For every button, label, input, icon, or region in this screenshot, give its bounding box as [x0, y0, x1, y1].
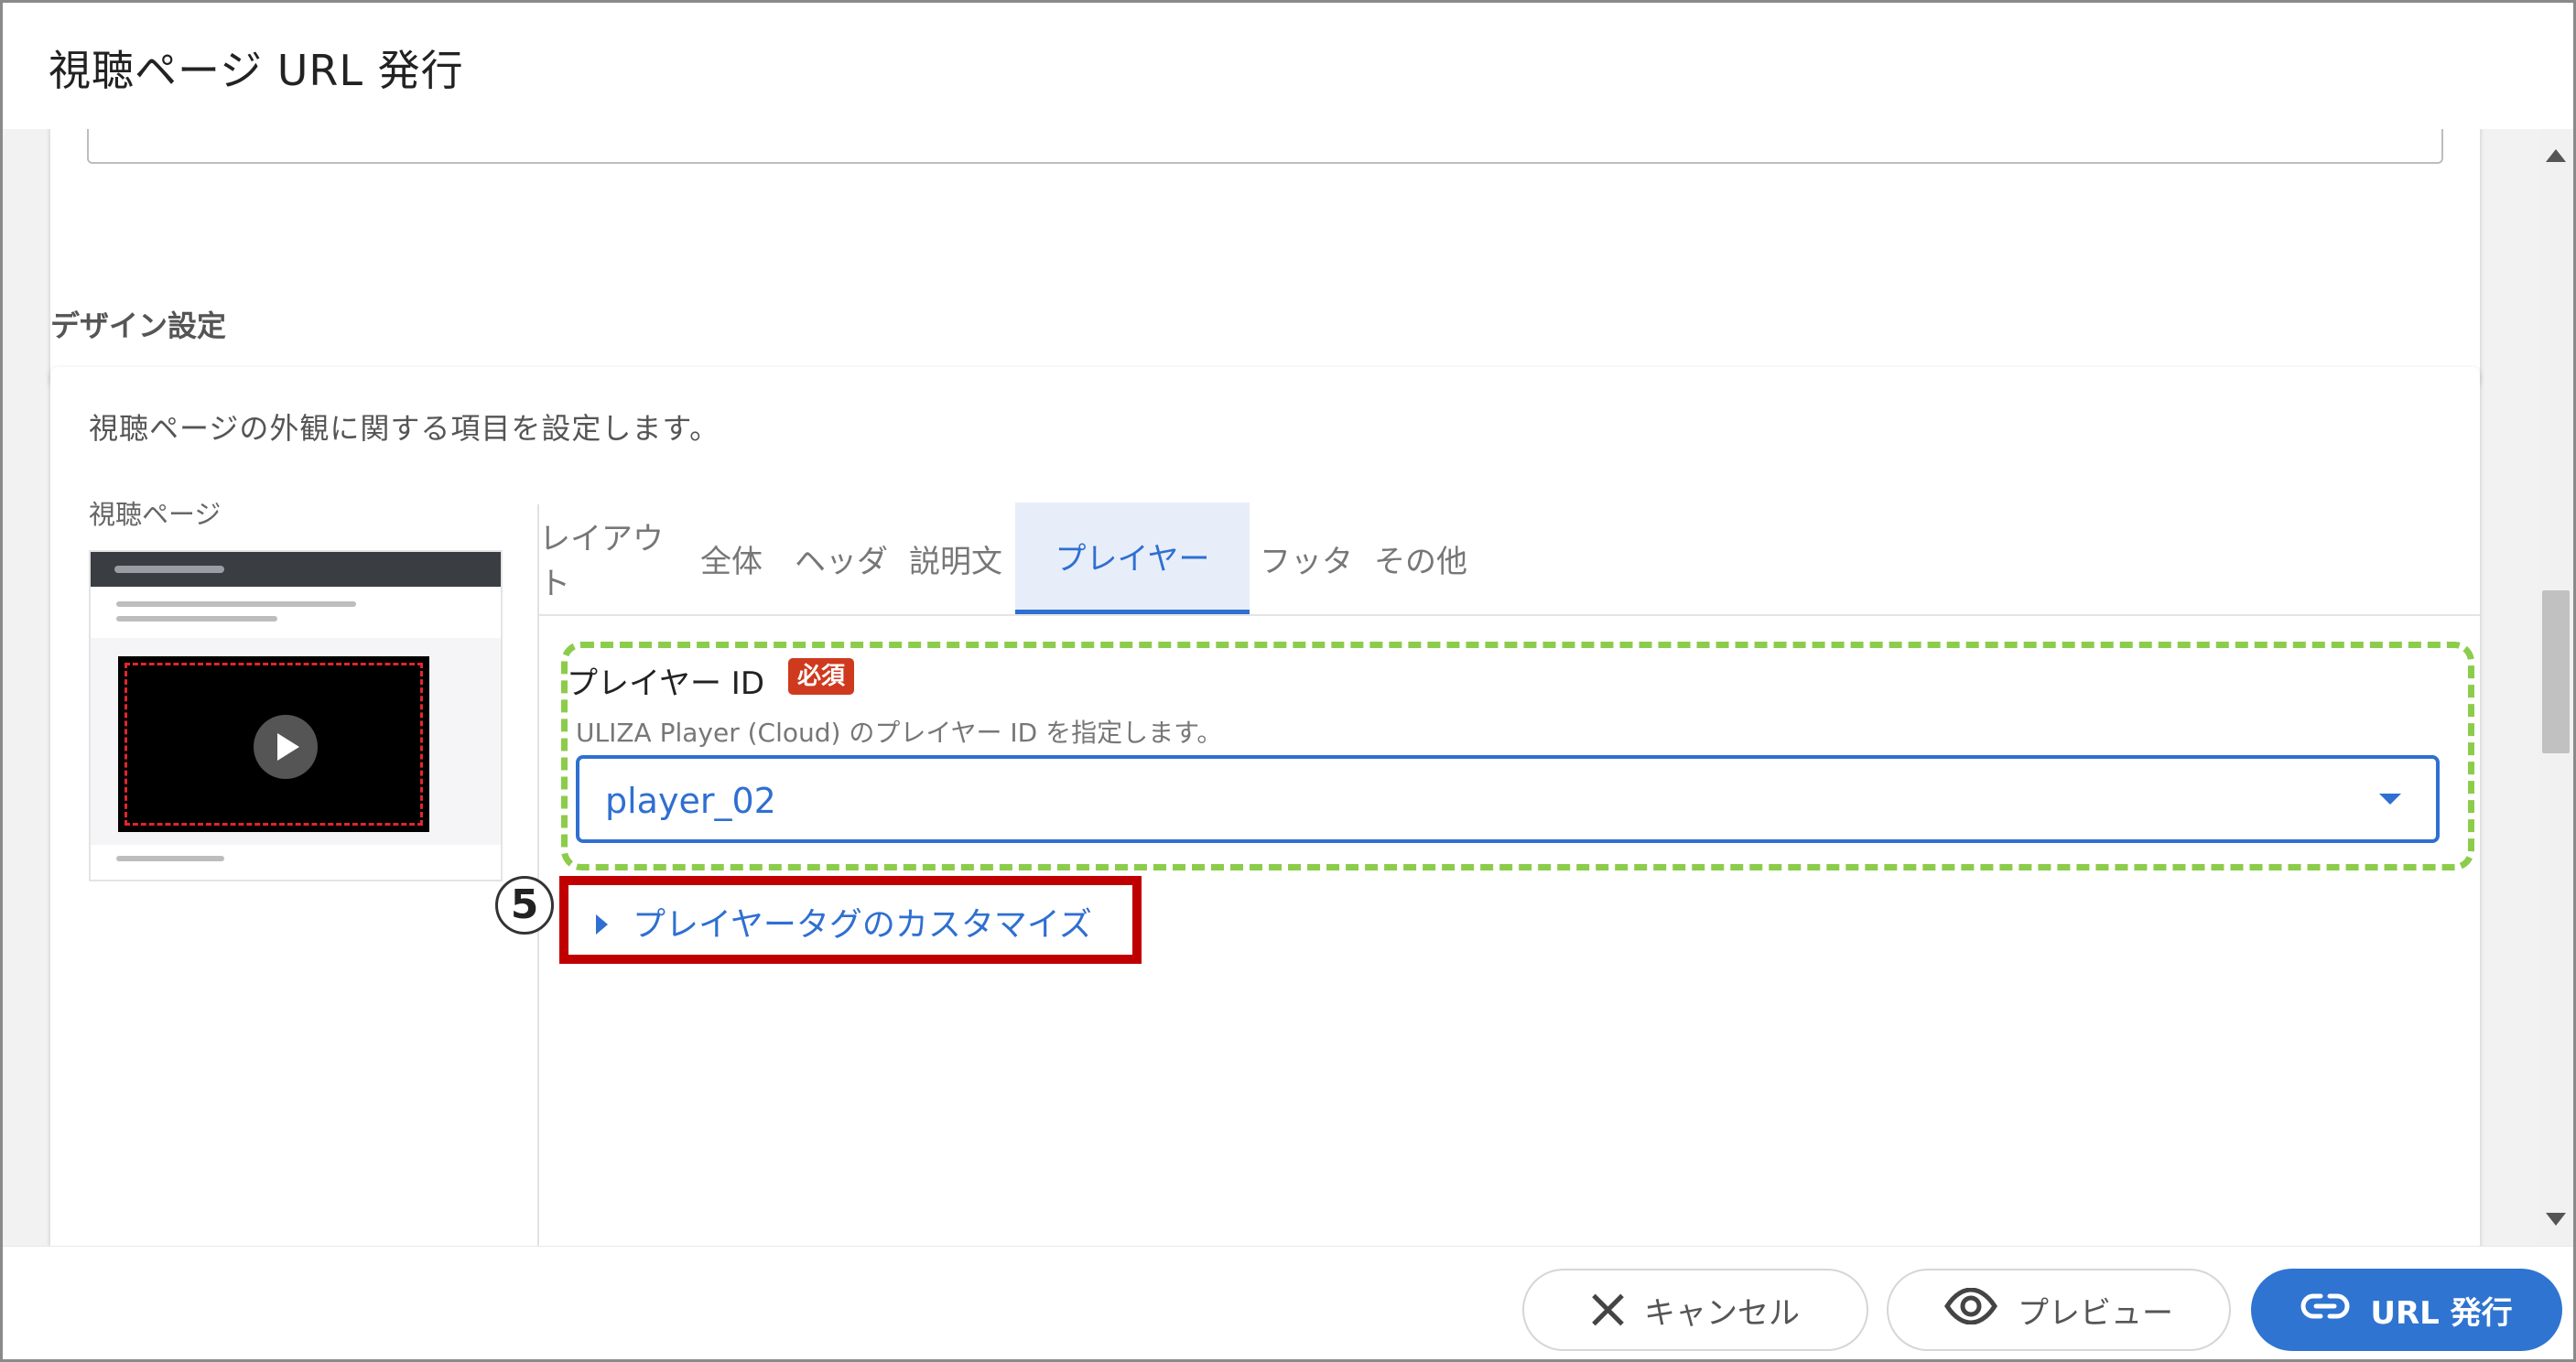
scroll-up-icon[interactable]	[2546, 149, 2566, 162]
dialog-body: デザイン設定 視聴ページの外観に関する項目を設定します。 視聴ページ レイアウト…	[3, 129, 2538, 1246]
player-id-value: player_02	[605, 781, 776, 821]
close-icon	[1591, 1293, 1624, 1326]
design-section-title: デザイン設定	[50, 308, 227, 343]
player-id-select[interactable]: player_02	[576, 755, 2440, 843]
cancel-button[interactable]: キャンセル	[1522, 1269, 1868, 1351]
customize-player-tag-label: プレイヤータグのカスタマイズ	[633, 906, 1092, 944]
tab-player[interactable]: プレイヤー	[1015, 503, 1250, 614]
thumbnail-header-bar	[91, 552, 501, 587]
player-id-help: ULIZA Player (Cloud) のプレイヤー ID を指定します。	[576, 718, 1223, 748]
preview-button[interactable]: プレビュー	[1887, 1269, 2231, 1351]
design-tabs: レイアウト 全体 ヘッダ 説明文 プレイヤー フッタ その他	[539, 503, 2480, 616]
player-id-label: プレイヤー ID	[567, 665, 764, 702]
scroll-down-icon[interactable]	[2546, 1213, 2566, 1226]
dialog: 視聴ページ URL 発行 デザイン設定 視聴ページの外観に関する項目を設定します…	[0, 0, 2576, 1362]
cancel-button-label: キャンセル	[1644, 1294, 1800, 1332]
previous-text-field[interactable]	[87, 129, 2443, 164]
thumbnail-player-area	[118, 656, 429, 832]
dialog-title: 視聴ページ URL 発行	[49, 46, 464, 95]
vertical-scrollbar[interactable]	[2538, 129, 2573, 1246]
issue-url-button[interactable]: URL 発行	[2251, 1269, 2562, 1351]
tab-footer[interactable]: フッタ	[1250, 503, 1363, 614]
step-number-badge: 5	[495, 876, 554, 935]
preview-button-label: プレビュー	[2018, 1294, 2173, 1332]
play-icon	[254, 715, 318, 779]
dialog-footer: キャンセル プレビュー URL 発行	[3, 1246, 2573, 1359]
design-settings-card: 視聴ページの外観に関する項目を設定します。 視聴ページ レイアウト 全体 ヘッダ…	[50, 367, 2480, 1246]
tab-other[interactable]: その他	[1363, 503, 1478, 614]
tab-general[interactable]: 全体	[676, 503, 786, 614]
link-icon	[2300, 1292, 2350, 1328]
thumbnail-label: 視聴ページ	[89, 499, 222, 530]
tab-description[interactable]: 説明文	[896, 503, 1015, 614]
dialog-header: 視聴ページ URL 発行	[3, 3, 2573, 129]
caret-down-icon	[2379, 794, 2401, 805]
thumbnail-footer-lines	[91, 845, 501, 880]
scroll-thumb[interactable]	[2542, 590, 2570, 753]
tab-layout[interactable]: レイアウト	[539, 503, 676, 614]
caret-right-icon	[596, 914, 608, 935]
eye-icon	[1944, 1286, 1997, 1333]
thumbnail-title-lines	[91, 587, 501, 638]
issue-url-button-label: URL 発行	[2370, 1294, 2513, 1332]
design-section-description: 視聴ページの外観に関する項目を設定します。	[89, 411, 720, 446]
tab-header[interactable]: ヘッダ	[786, 503, 896, 614]
page-layout-thumbnail	[89, 550, 503, 881]
customize-player-tag-toggle[interactable]: プレイヤータグのカスタマイズ	[559, 876, 1142, 964]
previous-settings-card	[50, 129, 2480, 385]
required-badge: 必須	[788, 658, 855, 695]
